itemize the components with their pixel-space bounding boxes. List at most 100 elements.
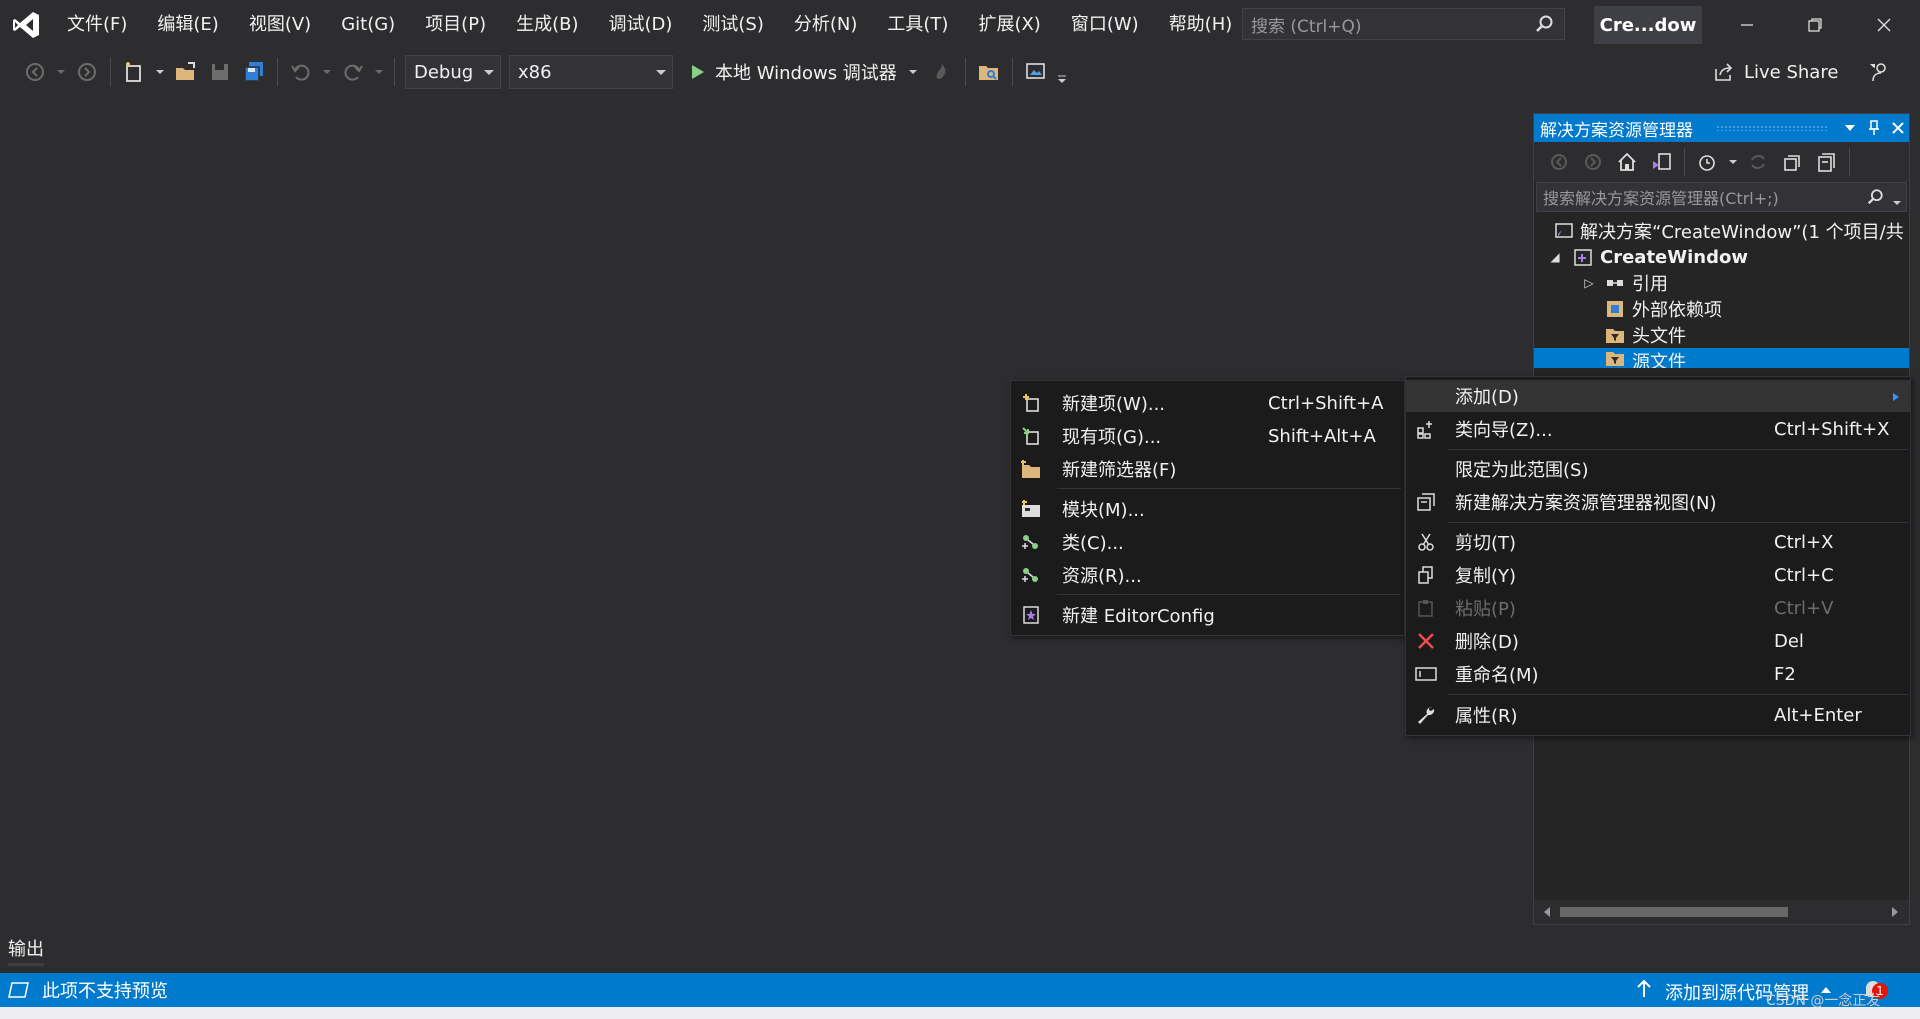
menu-extensions[interactable]: 扩展(X) [963,0,1055,50]
back-icon[interactable] [1544,147,1574,177]
live-share-button[interactable]: Live Share [1712,50,1838,94]
solution-search-input[interactable]: 搜索解决方案资源管理器(Ctrl+;) [1536,182,1907,212]
tree-item-external-deps[interactable]: 外部依赖项 [1534,296,1909,322]
menu-item-new-item[interactable]: 新建项(W)... Ctrl+Shift+A [1011,387,1404,419]
search-options-dropdown-icon[interactable] [1892,193,1902,212]
forward-icon[interactable] [1578,147,1608,177]
sync-icon[interactable] [1743,147,1773,177]
debugger-dropdown-icon[interactable] [907,67,919,77]
configuration-value: Debug [414,61,474,83]
home-icon[interactable] [1612,147,1642,177]
menu-item-module[interactable]: 模块(M)... [1011,493,1404,525]
open-folder-icon[interactable] [171,57,201,87]
save-all-icon[interactable] [239,57,269,87]
menu-item-delete[interactable]: 删除(D) Del [1406,625,1910,657]
menu-item-class-wizard[interactable]: 类向导(Z)... Ctrl+Shift+X [1406,413,1910,445]
pending-changes-filter-icon[interactable] [1693,147,1723,177]
menu-test[interactable]: 测试(S) [687,0,778,50]
menu-git[interactable]: Git(G) [326,0,410,50]
menu-item-new-editorconfig[interactable]: 新建 EditorConfig [1011,599,1404,631]
menu-item-resource[interactable]: 资源(R)... [1011,559,1404,591]
scissors-icon [1414,530,1438,554]
menu-item-new-filter[interactable]: 新建筛选器(F) [1011,453,1404,485]
platform-select[interactable]: x86 [509,55,673,89]
menu-item-paste[interactable]: 粘贴(P) Ctrl+V [1406,592,1910,624]
expanded-arrow-icon[interactable]: ◢ [1546,250,1564,264]
menu-item-scope-to-this[interactable]: 限定为此范围(S) [1406,453,1910,485]
pin-icon[interactable] [1862,114,1886,142]
menu-item-cut[interactable]: 剪切(T) Ctrl+X [1406,526,1910,558]
new-dropdown-icon[interactable] [153,57,167,87]
start-debugging-button[interactable]: 本地 Windows 调试器 [687,59,919,85]
browse-folder-icon[interactable] [974,57,1004,87]
undo-dropdown-icon[interactable] [320,57,334,87]
redo-dropdown-icon[interactable] [372,57,386,87]
close-window-button[interactable] [1850,0,1918,50]
submenu-arrow-icon [1893,393,1899,401]
horizontal-scrollbar[interactable] [1534,900,1909,924]
menu-view[interactable]: 视图(V) [234,0,326,50]
restore-button[interactable] [1781,0,1849,50]
menu-file[interactable]: 文件(F) [52,0,142,50]
solution-explorer-title: 解决方案资源管理器 [1540,120,1693,141]
configuration-select[interactable]: Debug [405,55,501,89]
menu-project[interactable]: 项目(P) [410,0,501,50]
scrollbar-thumb[interactable] [1560,907,1788,917]
menu-item-add[interactable]: 添加(D) [1406,380,1910,412]
tree-item-project[interactable]: ◢ CreateWindow [1534,244,1909,270]
menu-tools[interactable]: 工具(T) [872,0,963,50]
switch-views-icon[interactable] [1646,147,1676,177]
menu-item-existing-item[interactable]: 现有项(G)... Shift+Alt+A [1011,420,1404,452]
hot-reload-icon[interactable] [927,57,957,87]
save-icon[interactable] [205,57,235,87]
output-tab[interactable]: 输出 [8,935,44,961]
tree-item-label: 源文件 [1632,352,1686,368]
menu-edit[interactable]: 编辑(E) [142,0,233,50]
menu-item-properties[interactable]: 属性(R) Alt+Enter [1406,699,1910,731]
toolbar-overflow-icon[interactable] [1055,64,1069,94]
menu-window[interactable]: 窗口(W) [1056,0,1154,50]
tree-item-header-files[interactable]: 头文件 [1534,322,1909,348]
solution-title: Cre...dow [1594,6,1702,44]
minimize-button[interactable] [1713,0,1781,50]
show-all-files-icon[interactable] [1811,147,1841,177]
add-to-source-control-button[interactable] [1636,979,1652,1004]
tree-item-references[interactable]: ▷ 引用 [1534,270,1909,296]
scroll-left-icon[interactable] [1542,906,1552,918]
tree-item-label: 头文件 [1632,326,1686,347]
menu-analyze[interactable]: 分析(N) [779,0,873,50]
solution-explorer-toolbar [1534,142,1909,182]
undo-icon[interactable] [286,57,316,87]
menu-debug[interactable]: 调试(D) [594,0,688,50]
panel-menu-icon[interactable] [1838,114,1862,142]
cpp-project-icon [1572,247,1594,267]
filter-folder-icon [1604,348,1626,368]
menu-item-copy[interactable]: 复制(Y) Ctrl+C [1406,559,1910,591]
screenshot-icon[interactable] [1021,57,1051,87]
scroll-right-icon[interactable] [1890,906,1900,918]
menu-help[interactable]: 帮助(H) [1154,0,1248,50]
toolbar-separator [964,58,966,86]
menu-item-new-explorer-view[interactable]: 新建解决方案资源管理器视图(N) [1406,486,1910,518]
close-panel-icon[interactable] [1886,114,1910,142]
class-wizard-icon [1414,417,1438,441]
visual-studio-logo-icon[interactable] [0,0,52,50]
menu-item-rename[interactable]: 重命名(M) F2 [1406,658,1910,690]
menu-build[interactable]: 生成(B) [501,0,593,50]
solution-explorer-titlebar: 解决方案资源管理器 [1534,114,1909,142]
filter-dropdown-icon[interactable] [1727,147,1739,177]
forward-icon[interactable] [72,57,102,87]
back-dropdown-icon[interactable] [54,57,68,87]
tree-item-solution[interactable]: 解决方案“CreateWindow”(1 个项目/共 1 个) [1534,218,1909,244]
menu-item-class[interactable]: 类(C)... [1011,526,1404,558]
new-project-icon[interactable] [119,57,149,87]
feedback-person-icon[interactable] [1864,57,1894,87]
search-input[interactable]: 搜索 (Ctrl+Q) [1242,8,1565,40]
tree-item-label: 引用 [1632,274,1668,295]
menu-separator [1448,449,1908,450]
collapse-all-icon[interactable] [1777,147,1807,177]
tree-item-source-files[interactable]: 源文件 [1534,348,1909,368]
back-icon[interactable] [20,57,50,87]
redo-icon[interactable] [338,57,368,87]
collapsed-arrow-icon[interactable]: ▷ [1580,276,1598,290]
